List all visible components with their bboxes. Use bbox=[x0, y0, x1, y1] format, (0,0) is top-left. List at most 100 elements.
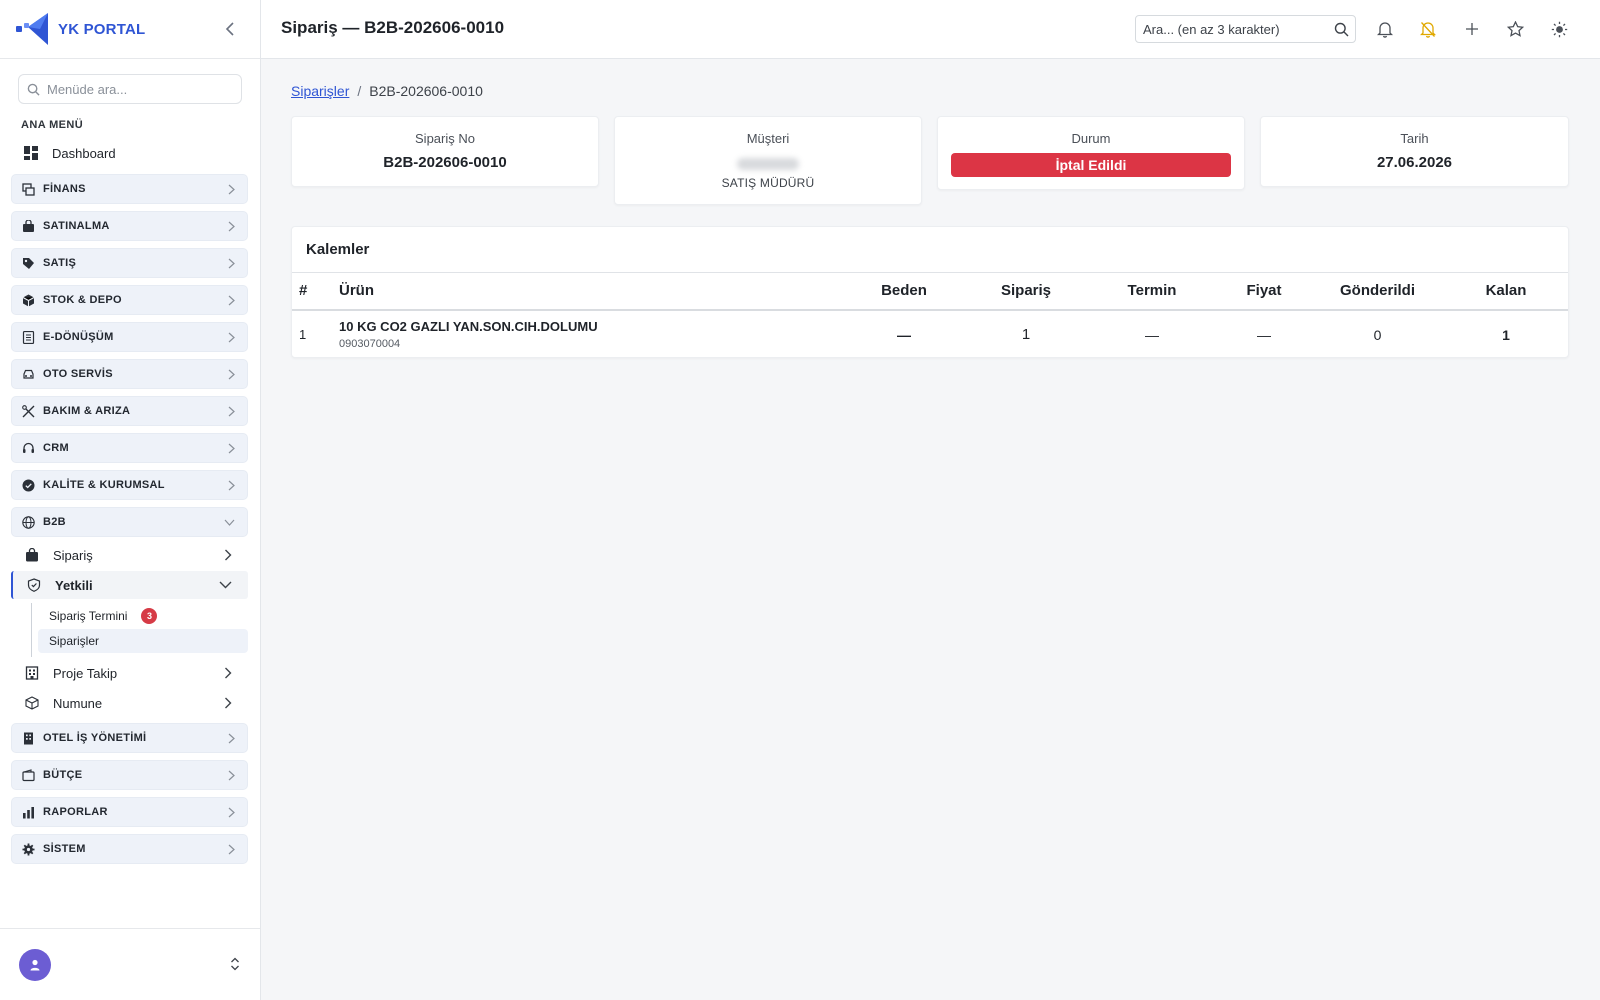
col-header-gonderildi: Gönderildi bbox=[1311, 272, 1444, 311]
sidebar-item-label: Sipariş bbox=[53, 547, 93, 563]
chevron-right-icon bbox=[228, 184, 235, 195]
chevron-right-icon bbox=[228, 369, 235, 380]
chevron-right-icon bbox=[228, 807, 235, 818]
sidebar-group-raporlar[interactable]: RAPORLAR bbox=[11, 797, 248, 827]
menu-search bbox=[18, 74, 242, 104]
cell-beden: — bbox=[897, 326, 911, 343]
chevron-right-icon bbox=[228, 844, 235, 855]
star-icon[interactable] bbox=[1505, 19, 1525, 39]
sidebar-group-kalite[interactable]: KALİTE & KURUMSAL bbox=[11, 470, 248, 500]
items-table: # Ürün Beden Sipariş Termin Fiyat Gönder… bbox=[292, 272, 1568, 359]
wallet-icon bbox=[22, 768, 35, 782]
cell-no: 1 bbox=[299, 327, 307, 342]
cell-termin: — bbox=[1145, 326, 1159, 343]
cell-kalan: 1 bbox=[1502, 326, 1510, 343]
menu-search-input[interactable] bbox=[47, 81, 227, 97]
bell-icon[interactable] bbox=[1375, 19, 1395, 39]
sidebar-group-otoservis[interactable]: OTO SERVİS bbox=[11, 359, 248, 389]
group-label: SATIŞ bbox=[43, 257, 77, 269]
chevron-right-icon bbox=[228, 221, 235, 232]
product-name: 10 KG CO2 GAZLI YAN.SON.CIH.DOLUMU bbox=[339, 319, 598, 334]
plus-icon[interactable] bbox=[1462, 19, 1482, 39]
sidebar-leaf-siparisler[interactable]: Siparişler bbox=[38, 629, 248, 653]
breadcrumb-separator: / bbox=[357, 83, 362, 99]
sidebar-item-label: Numune bbox=[53, 695, 103, 711]
customer-role: SATIŞ MÜDÜRÜ bbox=[721, 176, 815, 190]
logo-icon bbox=[16, 13, 48, 45]
brand: YK PORTAL bbox=[0, 0, 260, 59]
headset-icon bbox=[22, 442, 35, 455]
collapse-icon[interactable] bbox=[222, 20, 238, 38]
col-header-fiyat: Fiyat bbox=[1217, 272, 1311, 311]
tree-line bbox=[31, 603, 32, 657]
brand-title: YK PORTAL bbox=[58, 20, 146, 38]
sun-icon[interactable] bbox=[1549, 19, 1569, 39]
sidebar-item-label: Dashboard bbox=[52, 145, 116, 161]
sidebar-group-butce[interactable]: BÜTÇE bbox=[11, 760, 248, 790]
group-label: STOK & DEPO bbox=[43, 294, 122, 306]
customer-label: Müşteri bbox=[746, 131, 790, 146]
order-no-value: B2B-202606-0010 bbox=[383, 154, 507, 171]
box-icon bbox=[22, 294, 35, 307]
bar-chart-icon bbox=[22, 806, 35, 819]
table-header-row: # Ürün Beden Sipariş Termin Fiyat Gönder… bbox=[292, 272, 1568, 311]
sidebar-group-b2b[interactable]: B2B bbox=[11, 507, 248, 537]
global-search bbox=[1135, 15, 1356, 43]
sidebar-item-label: Yetkili bbox=[55, 577, 93, 593]
sidebar-group-otel[interactable]: OTEL İŞ YÖNETİMİ bbox=[11, 723, 248, 753]
building-icon bbox=[25, 666, 39, 680]
sidebar-group-edonusum[interactable]: E-DÖNÜŞÜM bbox=[11, 322, 248, 352]
leaf-label: Siparişler bbox=[49, 634, 100, 648]
finance-icon bbox=[22, 182, 35, 196]
updown-icon[interactable] bbox=[230, 957, 240, 971]
col-header-urun: Ürün bbox=[339, 272, 843, 311]
sidebar-item-numune[interactable]: Numune bbox=[11, 689, 248, 717]
sidebar-group-bakim[interactable]: BAKIM & ARIZA bbox=[11, 396, 248, 426]
chevron-right-icon bbox=[228, 295, 235, 306]
product-code: 0903070004 bbox=[339, 338, 401, 350]
sidebar-group-satinalma[interactable]: SATINALMA bbox=[11, 211, 248, 241]
sidebar-item-siparis[interactable]: Sipariş bbox=[11, 541, 248, 569]
bell-off-icon[interactable] bbox=[1418, 19, 1438, 39]
sidebar-item-proje-takip[interactable]: Proje Takip bbox=[11, 659, 248, 687]
sidebar-group-crm[interactable]: CRM bbox=[11, 433, 248, 463]
search-icon[interactable] bbox=[1334, 22, 1349, 37]
sidebar-group-sistem[interactable]: SİSTEM bbox=[11, 834, 248, 864]
order-no-card: Sipariş No B2B-202606-0010 bbox=[291, 116, 599, 187]
sidebar-item-label: Proje Takip bbox=[53, 665, 118, 681]
col-header-siparis: Sipariş bbox=[965, 272, 1087, 311]
cell-fiyat: — bbox=[1257, 326, 1271, 343]
shield-icon bbox=[27, 578, 41, 592]
status-badge: İptal Edildi bbox=[951, 153, 1231, 177]
sidebar-group-satis[interactable]: SATIŞ bbox=[11, 248, 248, 278]
global-search-input[interactable] bbox=[1143, 21, 1325, 37]
chevron-right-icon bbox=[228, 332, 235, 343]
sidebar: YK PORTAL ANA MENÜ Dashboard FİNANS SATI… bbox=[0, 0, 261, 1000]
group-label: B2B bbox=[43, 516, 66, 528]
chevron-down-icon bbox=[224, 519, 235, 526]
avatar[interactable] bbox=[19, 949, 51, 981]
group-label: E-DÖNÜŞÜM bbox=[43, 331, 114, 343]
dashboard-icon bbox=[24, 146, 38, 160]
status-label: Durum bbox=[1071, 131, 1111, 146]
sidebar-leaf-siparis-termini[interactable]: Sipariş Termini 3 bbox=[38, 604, 248, 628]
chevron-right-icon bbox=[228, 406, 235, 417]
tools-icon bbox=[22, 404, 35, 418]
group-label: CRM bbox=[43, 442, 69, 454]
chevron-right-icon bbox=[225, 667, 232, 679]
sidebar-group-finans[interactable]: FİNANS bbox=[11, 174, 248, 204]
sidebar-item-yetkili[interactable]: Yetkili bbox=[11, 571, 248, 599]
chevron-right-icon bbox=[228, 258, 235, 269]
order-no-label: Sipariş No bbox=[415, 131, 475, 146]
group-label: OTEL İŞ YÖNETİMİ bbox=[43, 732, 147, 744]
group-label: RAPORLAR bbox=[43, 806, 108, 818]
chevron-right-icon bbox=[228, 733, 235, 744]
chevron-right-icon bbox=[228, 770, 235, 781]
sidebar-item-dashboard[interactable]: Dashboard bbox=[24, 140, 116, 166]
bag-icon bbox=[22, 219, 35, 233]
sidebar-group-stok[interactable]: STOK & DEPO bbox=[11, 285, 248, 315]
col-header-kalan: Kalan bbox=[1444, 272, 1568, 311]
cell-gonderildi: 0 bbox=[1373, 326, 1382, 343]
shopping-bag-icon bbox=[25, 548, 39, 562]
breadcrumb-link-siparisler[interactable]: Siparişler bbox=[291, 83, 349, 99]
